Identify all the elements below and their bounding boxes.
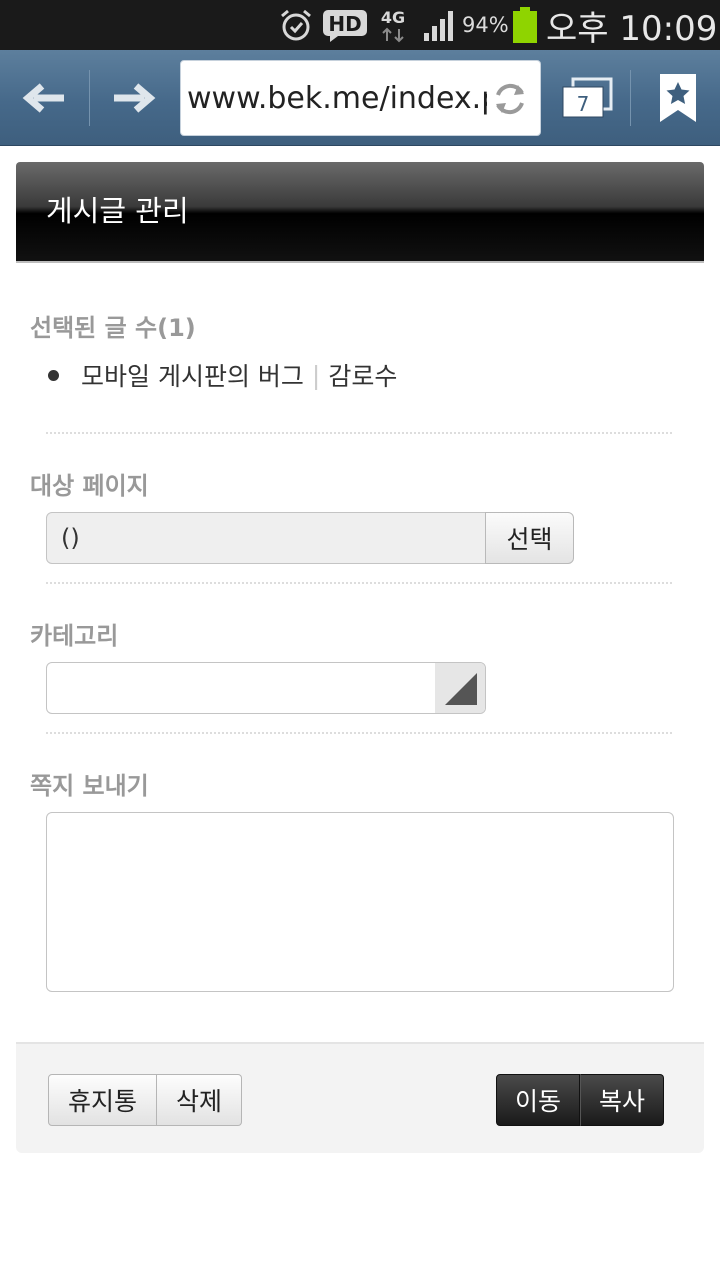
signal-icon — [422, 0, 458, 50]
svg-text:4G: 4G — [381, 8, 405, 27]
divider — [46, 432, 672, 434]
target-page-field[interactable]: () — [46, 512, 487, 564]
target-page-label: 대상 페이지 — [30, 472, 149, 500]
browser-toolbar: www.bek.me/index.p 7 — [0, 50, 720, 146]
back-button[interactable] — [0, 50, 88, 146]
forward-arrow-icon — [114, 83, 156, 113]
trash-button[interactable]: 휴지통 — [48, 1074, 158, 1126]
category-label: 카테고리 — [30, 622, 119, 650]
tabs-button[interactable]: 7 — [552, 50, 622, 146]
bookmark-button[interactable] — [636, 50, 720, 146]
select-button[interactable]: 선택 — [485, 512, 574, 564]
url-text[interactable]: www.bek.me/index.p — [187, 61, 487, 135]
right-button-group: 이동 복사 — [496, 1074, 665, 1126]
status-bar: HD 4G 94% 오후 10:09 — [0, 0, 720, 50]
svg-text:7: 7 — [577, 92, 590, 116]
left-button-group: 휴지통 삭제 — [48, 1074, 243, 1126]
move-button[interactable]: 이동 — [496, 1074, 581, 1126]
divider — [46, 732, 672, 734]
delete-button[interactable]: 삭제 — [157, 1074, 243, 1126]
panel-header: 게시글 관리 — [16, 162, 704, 263]
4g-icon: 4G — [377, 0, 409, 50]
message-label: 쪽지 보내기 — [30, 772, 149, 800]
bookmark-star-icon — [660, 74, 696, 122]
battery-icon — [512, 0, 538, 50]
tabs-icon: 7 — [562, 77, 613, 118]
dropdown-arrow-icon[interactable] — [435, 663, 485, 713]
post-author: 감로수 — [328, 362, 398, 391]
alarm-icon — [278, 0, 314, 50]
category-select[interactable] — [46, 662, 486, 714]
battery-percent: 94% — [462, 13, 509, 37]
reload-icon[interactable] — [490, 79, 530, 119]
clock: 오후 10:09 — [546, 8, 718, 49]
copy-button[interactable]: 복사 — [580, 1074, 665, 1126]
svg-text:HD: HD — [328, 12, 361, 36]
action-footer: 휴지통 삭제 이동 복사 — [16, 1042, 704, 1153]
hd-icon: HD — [322, 0, 368, 50]
back-arrow-icon — [22, 83, 64, 113]
separator: | — [311, 360, 321, 390]
page-title: 게시글 관리 — [46, 194, 189, 228]
selected-count-label: 선택된 글 수(1) — [30, 314, 196, 342]
forward-button[interactable] — [90, 50, 178, 146]
toolbar-divider — [630, 70, 631, 126]
url-bar[interactable]: www.bek.me/index.p — [180, 60, 541, 136]
list-item: 모바일 게시판의 버그 | 감로수 — [48, 358, 397, 392]
divider — [46, 582, 672, 584]
bullet-icon — [48, 369, 59, 381]
message-textarea[interactable] — [46, 812, 674, 992]
post-title: 모바일 게시판의 버그 — [81, 362, 304, 391]
